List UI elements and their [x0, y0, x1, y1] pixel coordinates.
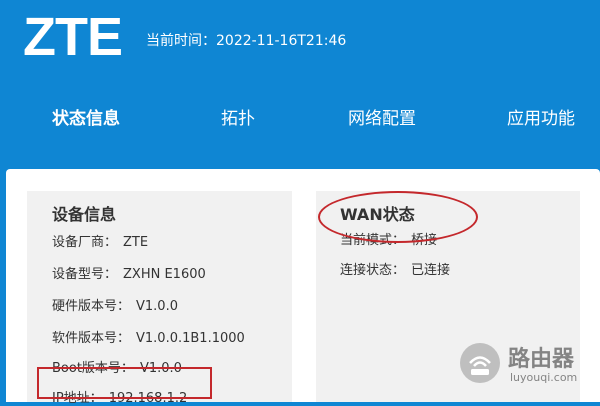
current-time-label: 当前时间：	[146, 33, 216, 49]
device-info-title: 设备信息	[52, 205, 117, 224]
watermark-url: luyouqi.com	[510, 371, 578, 384]
nav-network-config[interactable]: 网络配置	[348, 104, 416, 129]
device-vendor-row: 设备厂商： ZTE	[52, 231, 148, 250]
connection-status-value: 已连接	[411, 263, 451, 278]
nav-topology[interactable]: 拓扑	[221, 104, 255, 129]
ip-highlight-box	[37, 367, 212, 399]
watermark: 路由器 luyouqi.com	[460, 341, 600, 402]
connection-status-label: 连接状态：	[340, 263, 406, 278]
software-version-value: V1.0.0.1B1.1000	[136, 331, 245, 346]
main-nav: 状态信息 拓扑 网络配置 应用功能	[0, 104, 600, 130]
nav-status-info[interactable]: 状态信息	[52, 104, 120, 129]
device-model-value: ZXHN E1600	[123, 267, 206, 282]
watermark-title: 路由器	[508, 347, 575, 372]
hardware-version-value: V1.0.0	[136, 299, 178, 314]
hardware-version-row: 硬件版本号： V1.0.0	[52, 295, 178, 314]
device-model-label: 设备型号：	[52, 267, 118, 282]
router-icon	[460, 343, 500, 383]
nav-applications[interactable]: 应用功能	[507, 104, 575, 129]
current-time: 当前时间：2022-11-16T21:46	[146, 30, 346, 50]
device-vendor-value: ZTE	[123, 235, 149, 250]
wan-highlight-oval	[318, 191, 478, 243]
software-version-row: 软件版本号： V1.0.0.1B1.1000	[52, 327, 245, 346]
device-vendor-label: 设备厂商：	[52, 235, 118, 250]
software-version-label: 软件版本号：	[52, 331, 131, 346]
device-model-row: 设备型号： ZXHN E1600	[52, 263, 206, 282]
current-time-value: 2022-11-16T21:46	[216, 33, 347, 49]
connection-status-row: 连接状态： 已连接	[340, 259, 450, 278]
hardware-version-label: 硬件版本号：	[52, 299, 131, 314]
zte-logo: ZTE	[23, 7, 123, 67]
header-bar: ZTE 当前时间：2022-11-16T21:46 状态信息 拓扑 网络配置 应…	[0, 0, 600, 168]
